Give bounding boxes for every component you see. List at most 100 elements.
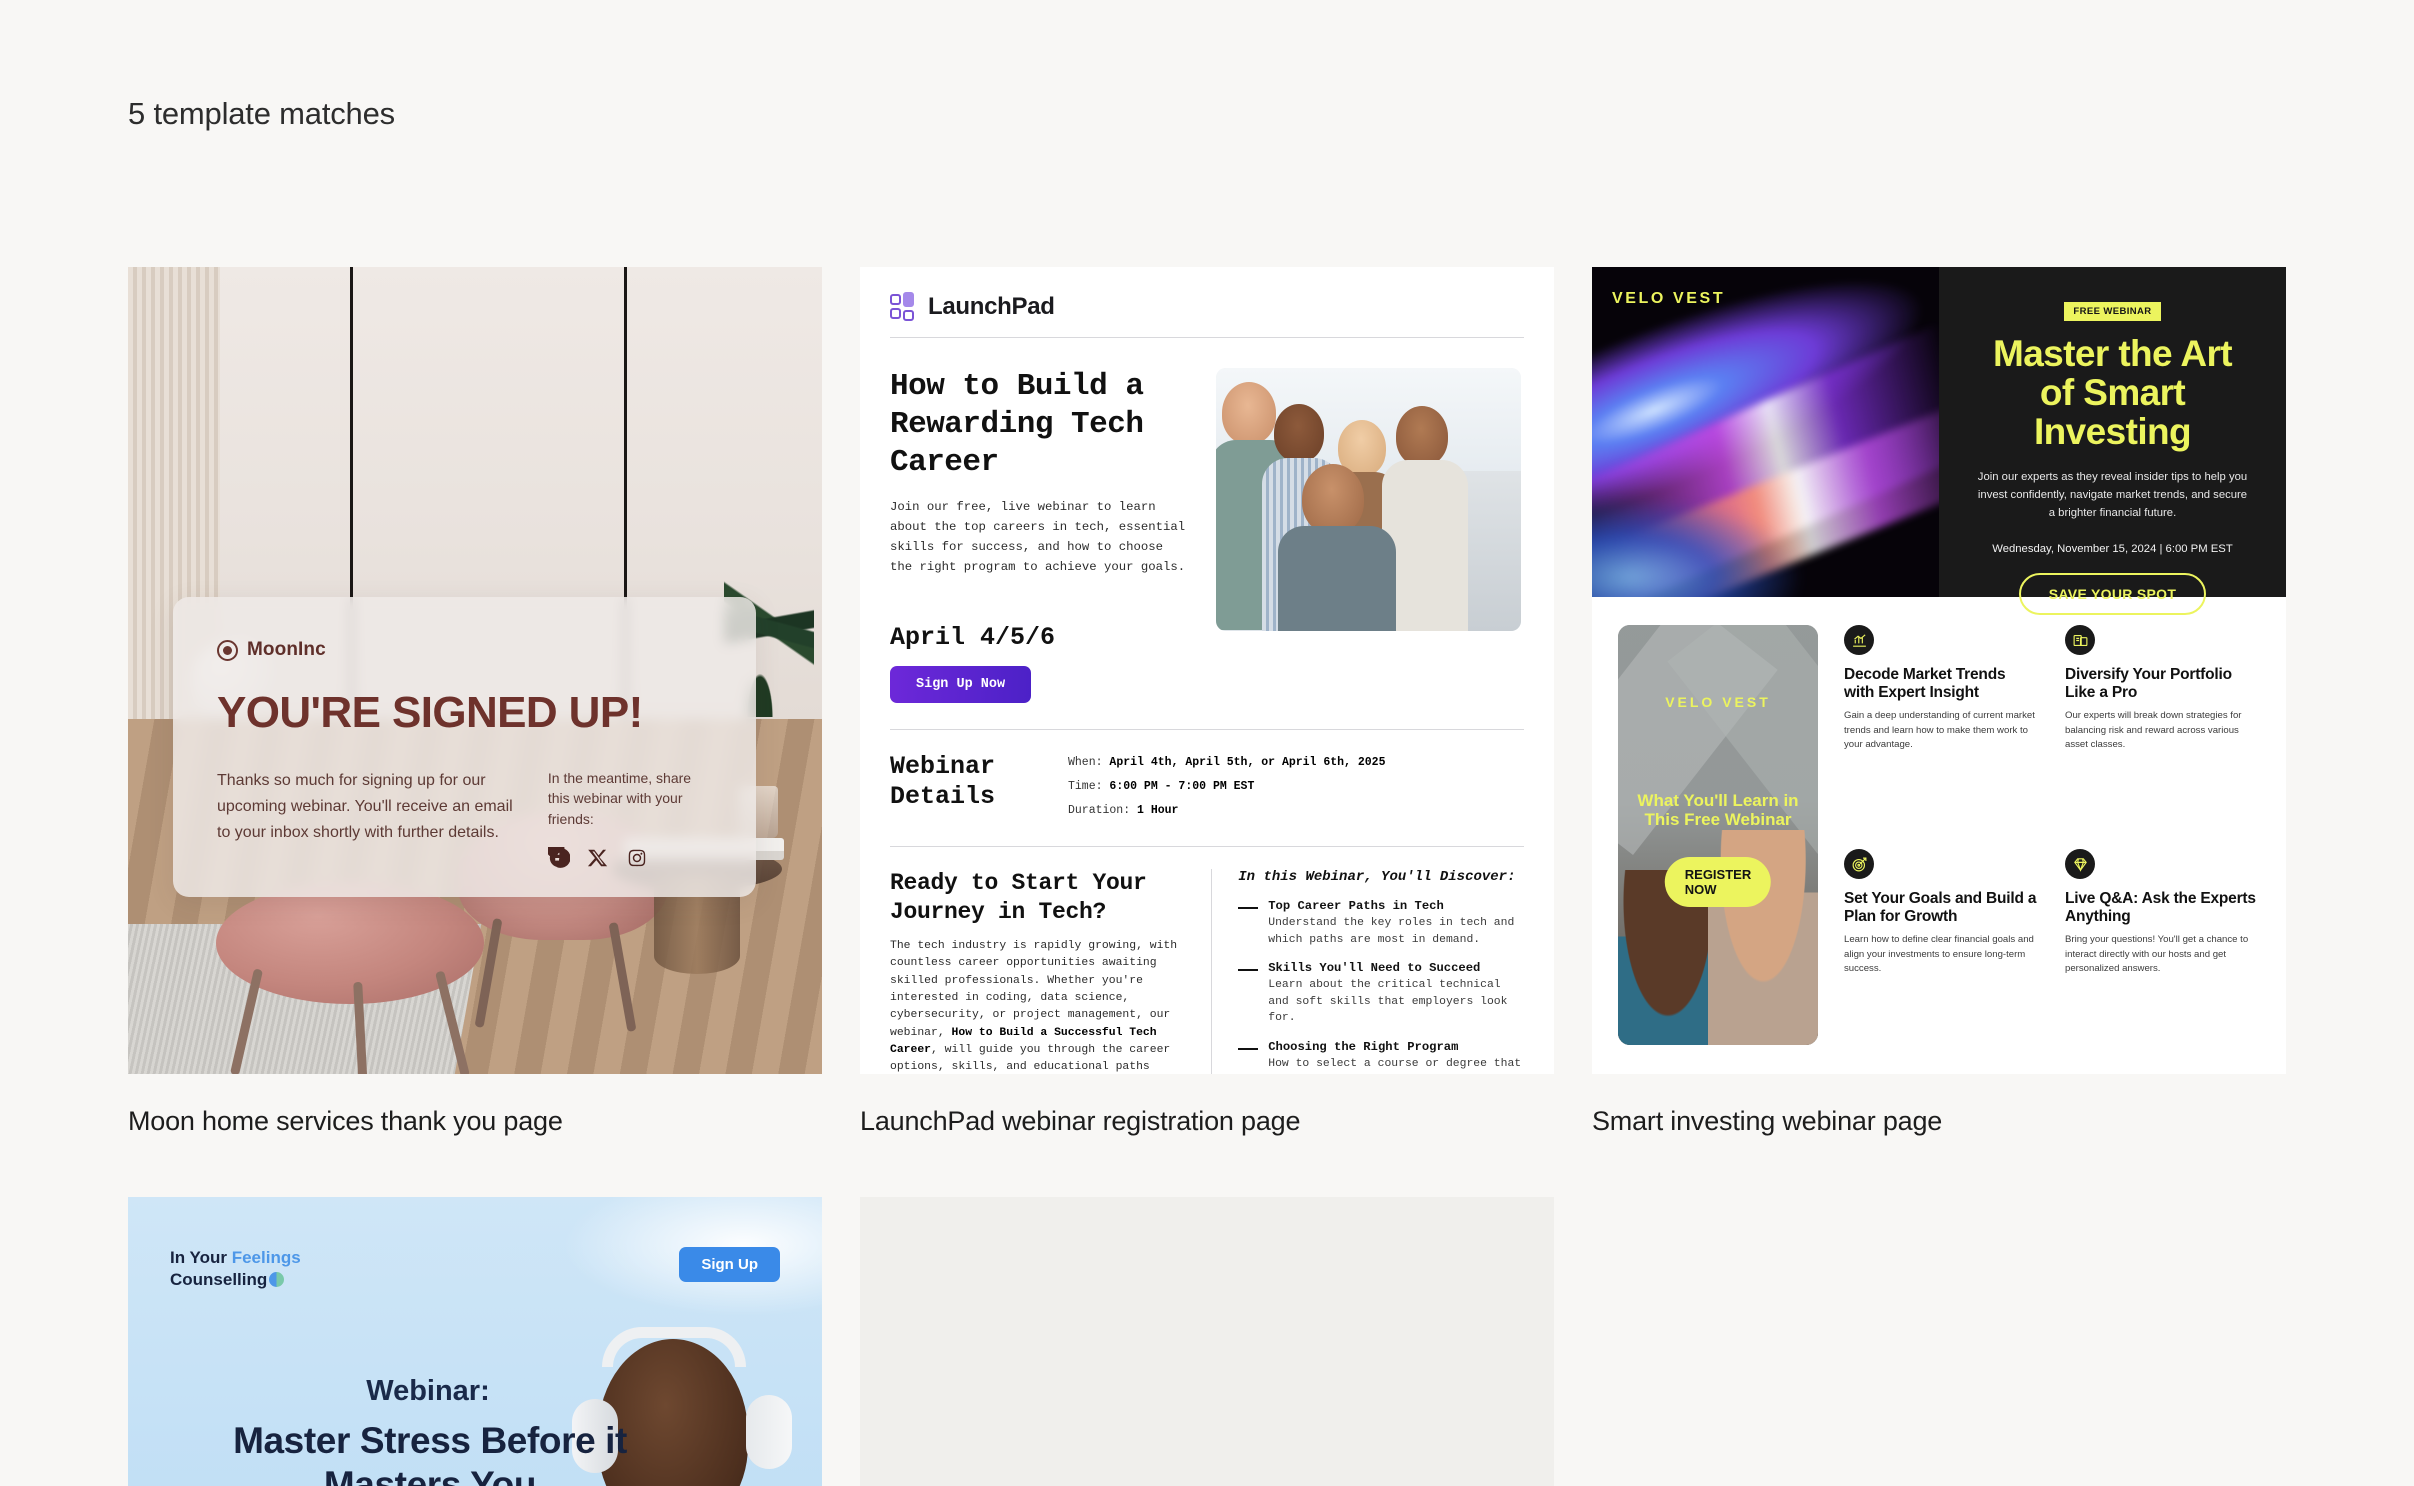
discover-block: In this Webinar, You'll Discover: Top Ca… [1238, 869, 1524, 1074]
lower-section: VELO VEST What You'll Learn in This Free… [1592, 597, 2286, 1045]
detail-value: April 4th, April 5th, or April 6th, 2025 [1109, 756, 1386, 769]
thank-you-panel: MoonInc YOU'RE SIGNED UP! Thanks so much… [173, 597, 756, 897]
discover-item-title: Choosing the Right Program [1268, 1039, 1459, 1054]
detail-label: Time: [1068, 780, 1103, 793]
discover-item: Skills You'll Need to Succeed Learn about… [1238, 961, 1524, 1027]
discover-item: Top Career Paths in Tech Understand the k… [1238, 899, 1524, 948]
target-icon [1844, 849, 1874, 879]
detail-label: When: [1068, 756, 1103, 769]
detail-value: 6:00 PM - 7:00 PM EST [1109, 780, 1255, 793]
feature-title: Diversify Your Portfolio Like a Pro [2065, 666, 2232, 701]
hero-headline: Master the Art of Smart Investing [1992, 333, 2233, 453]
brand-name: LaunchPad [928, 293, 1055, 320]
detail-value: 1 Hour [1137, 804, 1179, 817]
vertical-divider [1211, 869, 1213, 1074]
results-heading: 5 template matches [128, 96, 395, 131]
template-card-placeholder[interactable] [860, 1197, 1554, 1486]
hero-date: April 4/5/6 [890, 623, 1056, 652]
discover-item: Choosing the Right Program How to select … [1238, 1040, 1524, 1074]
discover-heading: In this Webinar, You'll Discover: [1238, 869, 1516, 885]
bottom-section: Ready to Start Your Journey in Tech? The… [890, 847, 1524, 1074]
template-card-title: Smart investing webinar page [1592, 1106, 1943, 1136]
discover-item-desc: Learn about the critical technical and s… [1268, 979, 1508, 1025]
free-webinar-badge: FREE WEBINAR [2064, 302, 2161, 321]
template-card-title: LaunchPad webinar registration page [860, 1106, 1301, 1136]
brand-line-1b: Feelings [231, 1248, 301, 1267]
template-thumbnail[interactable]: MoonInc YOU'RE SIGNED UP! Thanks so much… [128, 267, 822, 1074]
hero-text: How to Build a Rewarding Tech Career Joi… [890, 368, 1190, 703]
x-twitter-icon[interactable] [587, 847, 609, 869]
dash-icon [1238, 1047, 1259, 1050]
details-rows: When: April 4th, April 5th, or April 6th… [1068, 752, 1385, 828]
detail-row: When: April 4th, April 5th, or April 6th… [1068, 756, 1385, 769]
hero-photo [1216, 368, 1521, 631]
template-results-page: 5 template matches MoonInc YOU'RE SIGNED… [0, 0, 2414, 1486]
template-card-launchpad[interactable]: LaunchPad How to Build a Rewarding Tech … [860, 267, 1554, 1137]
webinar-kicker: Webinar: [366, 1375, 490, 1407]
abstract-light-art: VELO VEST [1592, 267, 1939, 597]
hero-datetime: Wednesday, November 15, 2024 | 6:00 PM E… [1992, 542, 2233, 555]
template-thumbnail[interactable]: LaunchPad How to Build a Rewarding Tech … [860, 267, 1554, 1074]
brand-lockup: MoonInc [217, 639, 712, 661]
promo-photo-card[interactable]: VELO VEST What You'll Learn in This Free… [1618, 625, 1818, 1045]
share-block: In the meantime, share this webinar with… [547, 768, 712, 869]
template-card-counselling-webinar[interactable]: In Your Feelings Counselling Sign Up Web… [128, 1197, 822, 1486]
brand-logo: In Your Feelings Counselling [170, 1247, 301, 1292]
promo-brand: VELO VEST [1665, 694, 1771, 710]
features-grid: Decode Market Trends with Expert Insight… [1844, 625, 2260, 1045]
template-thumbnail[interactable]: In Your Feelings Counselling Sign Up Web… [128, 1197, 822, 1486]
template-card-title: Moon home services thank you page [128, 1106, 563, 1136]
brand-line-2: Counselling [170, 1270, 268, 1290]
template-thumbnail[interactable]: VELO VEST FREE WEBINAR Master the Art of… [1592, 267, 2286, 1074]
hero-section: How to Build a Rewarding Tech Career Joi… [890, 338, 1524, 703]
headphone-right-cup [746, 1395, 792, 1469]
headphone-band [602, 1327, 746, 1367]
hero-subtext: Join our free, live webinar to learn abo… [890, 500, 1186, 575]
ready-heading: Ready to Start Your Journey in Tech? [890, 870, 1147, 925]
template-thumbnail-loading [860, 1197, 1554, 1486]
template-card-empty-slot [1592, 1197, 2286, 1486]
detail-row: Duration: 1 Hour [1068, 804, 1385, 817]
promo-heading: What You'll Learn in This Free Webinar [1637, 791, 1799, 830]
discover-item-desc: Understand the key roles in tech and whi… [1268, 917, 1515, 946]
brand-line-1a: In Your [170, 1248, 232, 1267]
discover-item-title: Top Career Paths in Tech [1268, 899, 1444, 913]
brand-dot-icon [269, 1272, 285, 1288]
moon-logo-icon [217, 639, 238, 661]
pink-stool [216, 882, 484, 1074]
save-your-spot-button[interactable]: SAVE YOUR SPOT [2018, 572, 2207, 615]
feature-item: Set Your Goals and Build a Plan for Grow… [1844, 849, 2039, 1045]
webinar-details-section: Webinar Details When: April 4th, April 5… [890, 730, 1524, 828]
panel-headline: YOU'RE SIGNED UP! [217, 688, 643, 737]
signup-button[interactable]: Sign Up [679, 1247, 780, 1282]
brand-logo: VELO VEST [1612, 290, 1726, 307]
feature-desc: Bring your questions! You'll get a chanc… [2065, 934, 2249, 975]
details-heading: Webinar Details [890, 752, 996, 811]
social-links[interactable] [547, 846, 712, 869]
template-row-2: In Your Feelings Counselling Sign Up Web… [128, 1197, 2290, 1486]
signup-button[interactable]: Sign Up Now [890, 666, 1032, 703]
ready-paragraph-part1: The tech industry is rapidly growing, wi… [890, 940, 1178, 1039]
feature-item: Decode Market Trends with Expert Insight… [1844, 625, 2039, 821]
feature-title: Set Your Goals and Build a Plan for Grow… [1844, 890, 2037, 925]
launchpad-header: LaunchPad [890, 292, 1524, 337]
register-now-button[interactable]: REGISTER NOW [1664, 857, 1772, 907]
facebook-icon[interactable] [547, 846, 570, 869]
instagram-icon[interactable] [626, 847, 648, 869]
hero-heading: How to Build a Rewarding Tech Career [890, 369, 1144, 481]
feature-item: Diversify Your Portfolio Like a Pro Our … [2065, 625, 2260, 821]
template-card-moon-thank-you[interactable]: MoonInc YOU'RE SIGNED UP! Thanks so much… [128, 267, 822, 1137]
ready-block: Ready to Start Your Journey in Tech? The… [890, 869, 1185, 1074]
template-card-smart-investing[interactable]: VELO VEST FREE WEBINAR Master the Art of… [1592, 267, 2286, 1137]
bar-chart-icon [1844, 625, 1874, 655]
discover-item-title: Skills You'll Need to Succeed [1268, 961, 1481, 976]
portfolio-icon [2065, 625, 2095, 655]
launchpad-logo-icon [890, 292, 916, 321]
feature-item: Live Q&A: Ask the Experts Anything Bring… [2065, 849, 2260, 1045]
discover-item-desc: How to select a course or degree that al… [1268, 1057, 1522, 1070]
webinar-headline: Master Stress Before it Masters You [233, 1420, 627, 1486]
panel-copy: Thanks so much for signing up for our up… [217, 772, 513, 841]
counselling-page: In Your Feelings Counselling Sign Up Web… [128, 1197, 822, 1486]
ready-paragraph-part2: , will guide you through the career opti… [890, 1044, 1171, 1074]
dash-icon [1238, 969, 1259, 972]
